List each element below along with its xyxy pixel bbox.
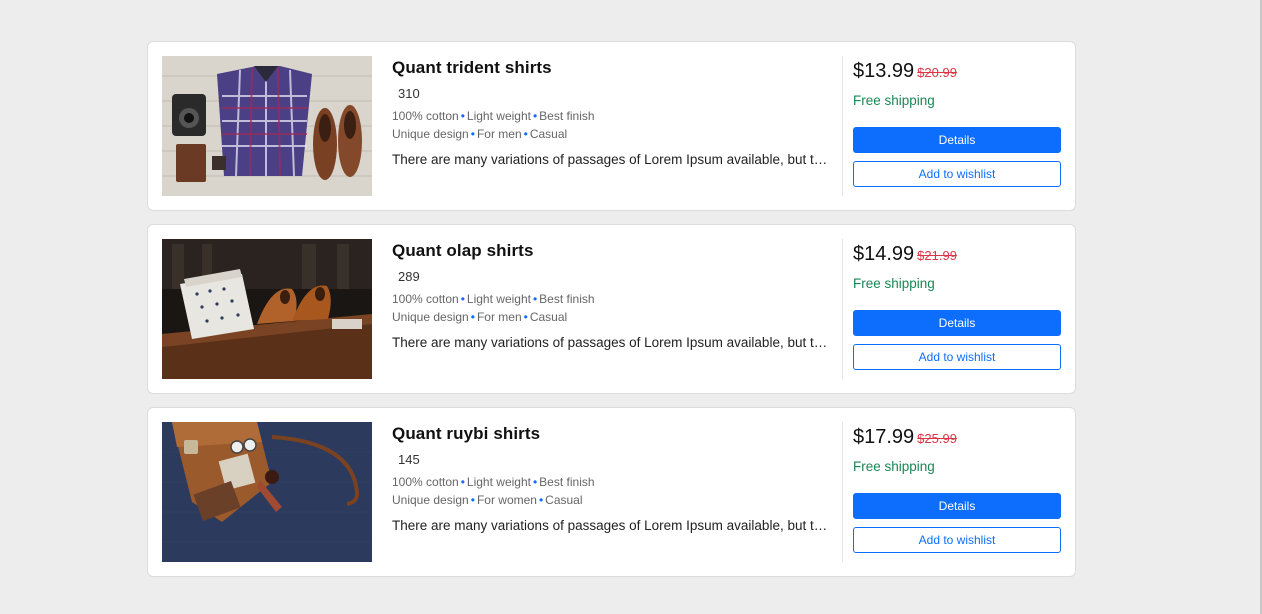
feature: Casual xyxy=(529,310,568,324)
feature: For women xyxy=(476,493,537,507)
shipping-label: Free shipping xyxy=(853,459,935,474)
product-title[interactable]: Quant olap shirts xyxy=(392,240,832,262)
price-row: $17.99 $25.99 xyxy=(853,424,1061,452)
product-info: Quant ruybi shirts 145 100% cotton • Light… xyxy=(392,423,832,535)
product-image[interactable] xyxy=(162,422,372,562)
price-row: $14.99 $21.99 xyxy=(853,241,1061,269)
product-image[interactable] xyxy=(162,239,372,379)
feature: Unique design xyxy=(392,127,469,141)
divider xyxy=(842,56,843,196)
shipping-label: Free shipping xyxy=(853,276,935,291)
bullet: • xyxy=(460,475,465,489)
bullet: • xyxy=(460,292,465,306)
bullet: • xyxy=(470,310,475,324)
old-price: $21.99 xyxy=(917,248,957,263)
product-info: Quant olap shirts 289 100% cotton • Light … xyxy=(392,240,832,352)
product-count: 145 xyxy=(398,452,420,467)
feature: Unique design xyxy=(392,493,469,507)
details-button[interactable]: Details xyxy=(853,493,1061,519)
feature: Best finish xyxy=(539,475,595,489)
feature: 100% cotton xyxy=(392,475,459,489)
product-description: There are many variations of passages of… xyxy=(392,152,828,167)
product-card: Quant trident shirts 310 100% cotton • Lig… xyxy=(147,41,1076,211)
product-description: There are many variations of passages of… xyxy=(392,518,828,533)
bullet: • xyxy=(532,475,538,489)
feature: Light weight xyxy=(466,292,531,306)
product-card: Quant ruybi shirts 145 100% cotton • Light… xyxy=(147,407,1076,577)
price-box: $13.99 $20.99 Free shipping Details Add t… xyxy=(853,58,1061,187)
product-features-line1: 100% cotton • Light weight • Best finish xyxy=(392,290,832,308)
feature: Best finish xyxy=(539,109,595,123)
bullet: • xyxy=(470,493,475,507)
feature: For men xyxy=(476,310,522,324)
product-image[interactable] xyxy=(162,56,372,196)
feature: 100% cotton xyxy=(392,292,459,306)
price-row: $13.99 $20.99 xyxy=(853,58,1061,86)
add-to-wishlist-button[interactable]: Add to wishlist xyxy=(853,344,1061,370)
product-title[interactable]: Quant trident shirts xyxy=(392,57,832,79)
bullet: • xyxy=(538,493,544,507)
bullet: • xyxy=(460,109,465,123)
feature: 100% cotton xyxy=(392,109,459,123)
add-to-wishlist-button[interactable]: Add to wishlist xyxy=(853,527,1061,553)
bullet: • xyxy=(532,109,538,123)
feature: Casual xyxy=(529,127,568,141)
product-features-line1: 100% cotton • Light weight • Best finish xyxy=(392,473,832,491)
details-button[interactable]: Details xyxy=(853,310,1061,336)
current-price: $14.99 xyxy=(853,243,915,265)
old-price: $20.99 xyxy=(917,65,957,80)
product-title[interactable]: Quant ruybi shirts xyxy=(392,423,832,445)
product-card: Quant olap shirts 289 100% cotton • Light … xyxy=(147,224,1076,394)
product-info: Quant trident shirts 310 100% cotton • Lig… xyxy=(392,57,832,169)
product-description: There are many variations of passages of… xyxy=(392,335,828,350)
price-box: $14.99 $21.99 Free shipping Details Add t… xyxy=(853,241,1061,370)
product-features-line2: Unique design • For men • Casual xyxy=(392,308,832,326)
product-list: Quant trident shirts 310 100% cotton • Lig… xyxy=(147,41,1076,590)
feature: Unique design xyxy=(392,310,469,324)
shipping-label: Free shipping xyxy=(853,93,935,108)
feature: Best finish xyxy=(539,292,595,306)
current-price: $17.99 xyxy=(853,426,915,448)
product-features-line1: 100% cotton • Light weight • Best finish xyxy=(392,107,832,125)
old-price: $25.99 xyxy=(917,431,957,446)
product-count: 289 xyxy=(398,269,420,284)
price-box: $17.99 $25.99 Free shipping Details Add t… xyxy=(853,424,1061,553)
feature: Light weight xyxy=(466,475,531,489)
divider xyxy=(842,239,843,379)
product-count: 310 xyxy=(398,86,420,101)
feature: Casual xyxy=(545,493,583,507)
feature: For men xyxy=(476,127,522,141)
add-to-wishlist-button[interactable]: Add to wishlist xyxy=(853,161,1061,187)
bullet: • xyxy=(470,127,475,141)
divider xyxy=(842,422,843,562)
bullet: • xyxy=(532,292,538,306)
product-features-line2: Unique design • For women • Casual xyxy=(392,491,832,509)
feature: Light weight xyxy=(466,109,531,123)
product-features-line2: Unique design • For men • Casual xyxy=(392,125,832,143)
current-price: $13.99 xyxy=(853,60,915,82)
details-button[interactable]: Details xyxy=(853,127,1061,153)
bullet: • xyxy=(523,127,528,141)
bullet: • xyxy=(523,310,528,324)
